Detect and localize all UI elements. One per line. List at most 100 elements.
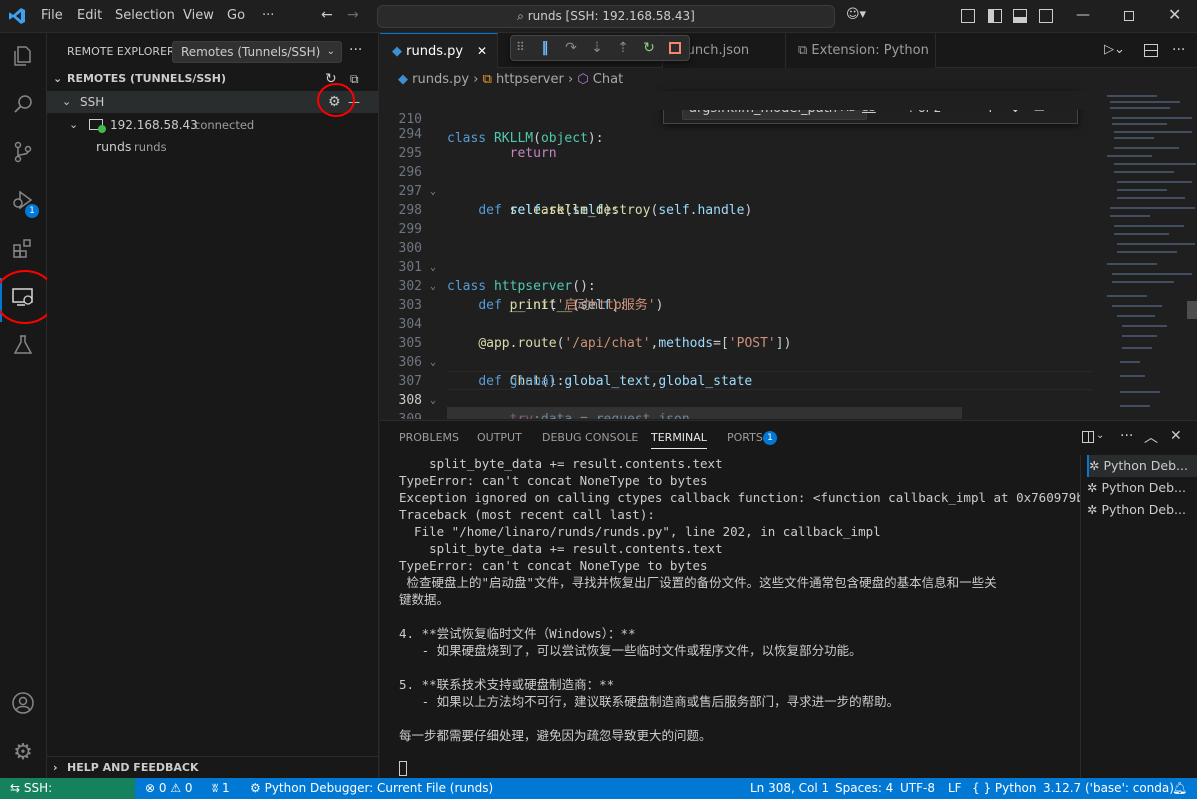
testing-flask-icon[interactable] [9, 333, 37, 361]
more-actions-icon[interactable]: ··· [1172, 42, 1185, 58]
editor-tabs: ◆ runds.py ✕ launch.json ⧉ Extension: Py… [380, 33, 1197, 68]
menu-edit[interactable]: Edit [77, 8, 102, 23]
close-panel-icon[interactable]: ✕ [1170, 428, 1182, 444]
forward-arrow-icon[interactable]: → [347, 7, 359, 23]
scrollbar-thumb[interactable] [1187, 301, 1197, 319]
sidebar: REMOTE EXPLORER Remotes (Tunnels/SSH) ⌄ … [47, 33, 379, 778]
copilot-icon[interactable]: ☺▾ [846, 7, 866, 22]
chevron-down-icon[interactable]: ⌄ [1096, 430, 1104, 441]
stop-icon[interactable] [669, 42, 681, 54]
terminal-cursor [399, 761, 407, 776]
tab-ports[interactable]: PORTS [727, 431, 763, 444]
manage-gear-icon[interactable]: ⚙ [9, 739, 37, 767]
collapse-all-icon[interactable]: ⧉ [350, 68, 359, 90]
tab-extension-python[interactable]: ⧉ Extension: Python [786, 33, 936, 68]
accounts-icon[interactable] [9, 691, 37, 719]
problems-status[interactable]: ⊗ 0 ⚠ 0 [145, 778, 193, 799]
help-feedback-header[interactable]: › HELP AND FEEDBACK [47, 756, 378, 778]
breadcrumb-file[interactable]: runds.py [412, 72, 469, 87]
back-arrow-icon[interactable]: ← [321, 7, 333, 23]
tab-runds-py[interactable]: ◆ runds.py ✕ [380, 33, 498, 68]
code-editor[interactable]: 210 class RKLLM(object): 294 return 295 … [380, 91, 1092, 419]
toggle-panel-icon[interactable] [1013, 9, 1027, 23]
terminal-line: split_byte_data += result.contents.text [399, 541, 723, 556]
remote-type-select[interactable]: Remotes (Tunnels/SSH) ⌄ [172, 41, 342, 63]
tab-terminal[interactable]: TERMINAL [651, 431, 707, 449]
customize-layout-icon[interactable] [961, 9, 975, 23]
more-actions-icon[interactable]: ··· [349, 42, 362, 58]
folder-label: runds [96, 139, 132, 154]
step-out-icon[interactable]: ⇡ [613, 39, 633, 57]
terminal-line: 键数据。 [399, 592, 450, 607]
notifications-bell-icon[interactable]: 🔔︎ [1172, 778, 1187, 799]
code-line: 299 [380, 201, 1092, 237]
remote-connected-icon [89, 119, 106, 133]
split-editor-icon[interactable] [1144, 44, 1158, 57]
debug-status[interactable]: ⚙ Python Debugger: Current File (runds) [250, 778, 493, 799]
terminal-instance[interactable]: ✲ Python Deb... [1087, 477, 1197, 499]
debug-config-label: Python Debugger: Current File (runds) [264, 781, 494, 795]
terminal-split-icon[interactable] [1082, 431, 1094, 443]
terminal-output[interactable]: split_byte_data += result.contents.text … [380, 455, 1080, 779]
close-tab-icon[interactable]: ✕ [477, 34, 487, 69]
tab-output[interactable]: OUTPUT [477, 431, 522, 444]
menu-more[interactable]: ··· [262, 8, 274, 23]
indentation-status[interactable]: Spaces: 4 [835, 778, 893, 799]
more-actions-icon[interactable]: ··· [1120, 428, 1133, 444]
eol-status[interactable]: LF [948, 778, 962, 799]
broadcast-icon: ʬ [212, 781, 222, 795]
toggle-primary-sidebar-icon[interactable] [988, 9, 1002, 23]
vscode-logo-icon [8, 7, 26, 25]
sidebar-title: REMOTE EXPLORER [67, 45, 175, 58]
terminal-line: File "/home/linaro/runds/runds.py", line… [399, 524, 881, 539]
search-icon[interactable] [9, 92, 37, 120]
encoding-status[interactable]: UTF-8 [900, 778, 935, 799]
tab-debug-console[interactable]: DEBUG CONSOLE [542, 431, 638, 444]
drag-handle-icon[interactable]: ⠿ [516, 40, 525, 54]
command-center[interactable]: ⌕ runds [SSH: 192.168.58.43] [377, 5, 835, 28]
folder-row[interactable]: runds runds [47, 136, 378, 158]
extensions-icon[interactable] [9, 236, 37, 264]
terminal-instance[interactable]: ✲ Python Deb... [1087, 455, 1197, 477]
breadcrumb-class[interactable]: httpserver [496, 72, 564, 87]
activity-bar: 1 ⚙ [0, 33, 56, 778]
code-line: 307 ⌄ try: [380, 353, 1092, 419]
minimize-icon[interactable]: — [1076, 7, 1090, 23]
close-window-icon[interactable]: ✕ [1168, 5, 1181, 24]
language-label: Python [994, 781, 1037, 795]
maximize-icon[interactable] [1124, 11, 1134, 21]
menu-file[interactable]: File [41, 8, 63, 23]
tab-label: Extension: Python [811, 43, 929, 58]
horizontal-scrollbar[interactable] [447, 407, 962, 419]
terminal-instance-label: Python Deb... [1103, 458, 1188, 473]
cursor-position[interactable]: Ln 308, Col 1 [750, 778, 829, 799]
line-code: class RKLLM(object): [447, 131, 604, 146]
help-feedback-label: HELP AND FEEDBACK [67, 761, 199, 774]
pause-icon[interactable]: ‖ [535, 39, 555, 57]
step-over-icon[interactable]: ↷ [561, 39, 581, 57]
menu-go[interactable]: Go [227, 8, 245, 23]
menu-view[interactable]: View [183, 8, 214, 23]
host-row[interactable]: ⌄ 192.168.58.43 connected [47, 114, 378, 136]
ports-status[interactable]: ʬ 1 [212, 778, 230, 799]
terminal-line: Exception ignored on calling ctypes call… [399, 490, 1080, 505]
remote-type-value: Remotes (Tunnels/SSH) [181, 45, 321, 59]
toggle-secondary-sidebar-icon[interactable] [1039, 9, 1053, 23]
error-count: 0 [158, 781, 167, 795]
tab-problems[interactable]: PROBLEMS [399, 431, 459, 444]
terminal-line: TypeError: can't concat NoneType to byte… [399, 558, 708, 573]
step-into-icon[interactable]: ⇣ [587, 39, 607, 57]
source-control-icon[interactable] [9, 140, 37, 168]
menu-selection[interactable]: Selection [115, 8, 175, 23]
restart-icon[interactable]: ↻ [639, 39, 659, 57]
minimap[interactable] [1092, 91, 1197, 419]
breadcrumb-method[interactable]: Chat [593, 72, 623, 87]
maximize-panel-icon[interactable]: ︿ [1144, 427, 1158, 447]
python-interpreter[interactable]: 3.12.7 ('base': conda) [1043, 778, 1174, 799]
language-status[interactable]: { } Python [972, 778, 1037, 799]
terminal-instance[interactable]: ✲ Python Deb... [1087, 499, 1197, 521]
explorer-files-icon[interactable] [9, 44, 37, 72]
terminal-line: 每一步都需要仔细处理，避免因为疏忽导致更大的问题。 [399, 728, 712, 743]
run-python-file-icon[interactable]: ▷⌄ [1104, 42, 1125, 57]
remote-indicator[interactable]: ⇆ SSH: 192.168.58.43 [0, 778, 135, 799]
